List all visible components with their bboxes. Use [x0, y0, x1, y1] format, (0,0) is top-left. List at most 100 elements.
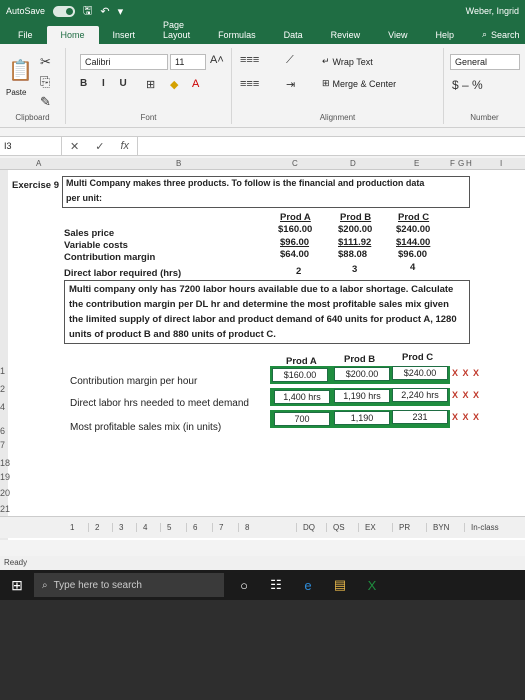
cancel-icon[interactable]: ✕ — [62, 140, 87, 153]
tab-file[interactable]: File — [4, 26, 47, 44]
currency-icon[interactable]: $ ‒ % — [452, 78, 483, 92]
formula-input[interactable] — [137, 137, 525, 155]
fill-color-icon[interactable]: ◆ — [170, 78, 178, 91]
sales-mix-b[interactable]: 1,190 — [334, 411, 390, 425]
sheet-tab[interactable]: 2 — [88, 523, 99, 532]
sheet-tab[interactable]: BYN — [426, 523, 449, 532]
cm-per-hour-label[interactable]: Contribution margin per hour — [70, 376, 197, 387]
tab-help[interactable]: Help — [421, 26, 468, 44]
align-left-icon[interactable]: ≡≡≡ — [240, 78, 259, 90]
orientation-icon[interactable]: ⟋ — [286, 54, 294, 67]
exercise-label[interactable]: Exercise 9 — [12, 180, 59, 191]
column-header-c[interactable]: C — [292, 159, 298, 168]
sheet-tab[interactable]: 7 — [212, 523, 223, 532]
direct-labor-a[interactable]: 2 — [296, 266, 301, 277]
sheet-tab[interactable]: 1 — [70, 523, 74, 532]
column-header-g[interactable]: G — [458, 159, 464, 168]
answer-prod-b-header[interactable]: Prod B — [344, 354, 375, 365]
number-format-dropdown[interactable]: General — [450, 54, 520, 70]
cm-per-hour-b[interactable]: $200.00 — [334, 367, 390, 381]
dl-needed-b[interactable]: 1,190 hrs — [334, 389, 390, 403]
font-size-dropdown[interactable]: 11 — [170, 54, 206, 70]
variable-costs-c[interactable]: $144.00 — [396, 237, 430, 248]
wrap-text-button[interactable]: ↵ Wrap Text — [322, 56, 373, 67]
sales-price-b[interactable]: $200.00 — [338, 224, 372, 235]
task-view-icon[interactable]: ☷ — [264, 577, 288, 593]
taskbar-search[interactable]: ⌕ Type here to search — [34, 573, 224, 597]
excel-icon[interactable]: X — [360, 578, 384, 593]
edge-icon[interactable]: e — [296, 578, 320, 593]
autosave-toggle[interactable] — [53, 5, 76, 17]
prod-c-header[interactable]: Prod C — [398, 212, 429, 223]
column-header-f[interactable]: F — [450, 159, 455, 168]
font-name-dropdown[interactable]: Calibri — [80, 54, 168, 70]
customize-toolbar-icon[interactable]: ▾ — [118, 5, 124, 18]
sheet-tab[interactable]: 4 — [136, 523, 147, 532]
tab-data[interactable]: Data — [270, 26, 317, 44]
row-header[interactable]: 2 — [0, 384, 5, 394]
windows-start-icon[interactable]: ⊞ — [0, 577, 34, 594]
dl-needed-label[interactable]: Direct labor hrs needed to meet demand — [70, 398, 249, 409]
row-header[interactable]: 20 — [0, 488, 10, 498]
dl-needed-a[interactable]: 1,400 hrs — [274, 390, 330, 404]
dl-needed-c[interactable]: 2,240 hrs — [392, 388, 448, 402]
row-header[interactable]: 4 — [0, 402, 5, 412]
sheet-tab[interactable]: 3 — [112, 523, 123, 532]
merge-center-button[interactable]: ⊞ Merge & Center — [322, 78, 396, 89]
confirm-icon[interactable]: ✓ — [87, 140, 112, 153]
cm-per-hour-a[interactable]: $160.00 — [272, 368, 328, 382]
contribution-margin-label[interactable]: Contribution margin — [64, 252, 155, 263]
contribution-margin-a[interactable]: $64.00 — [280, 249, 309, 260]
contribution-margin-b[interactable]: $88.08 — [338, 249, 367, 260]
sales-mix-a[interactable]: 700 — [274, 412, 330, 426]
sales-price-a[interactable]: $160.00 — [278, 224, 312, 235]
save-icon[interactable]: 🖫 — [83, 2, 92, 21]
row-header[interactable]: 21 — [0, 504, 10, 514]
contribution-margin-c[interactable]: $96.00 — [398, 249, 427, 260]
prompt-line-2[interactable]: per unit: — [66, 193, 102, 203]
sheet-tab[interactable]: 5 — [160, 523, 171, 532]
prod-a-header[interactable]: Prod A — [280, 212, 311, 223]
column-header-i[interactable]: I — [500, 159, 502, 168]
variable-costs-label[interactable]: Variable costs — [64, 240, 128, 251]
paste-icon[interactable]: 📋 — [8, 58, 33, 83]
direct-labor-label[interactable]: Direct labor required (hrs) — [64, 268, 181, 279]
sheet-tab[interactable]: EX — [358, 523, 376, 532]
cm-per-hour-c[interactable]: $240.00 — [392, 366, 448, 380]
borders-icon[interactable]: ⊞ — [146, 78, 155, 91]
answer-prod-c-header[interactable]: Prod C — [402, 352, 433, 363]
row-header[interactable]: 1 — [0, 366, 5, 376]
tab-formulas[interactable]: Formulas — [204, 26, 270, 44]
variable-costs-b[interactable]: $111.92 — [338, 237, 371, 248]
sheet-tab[interactable]: PR — [392, 523, 410, 532]
row-header[interactable]: 19 — [0, 472, 10, 482]
sales-mix-label[interactable]: Most profitable sales mix (in units) — [70, 422, 221, 433]
paste-label[interactable]: Paste — [6, 88, 26, 97]
prompt-line-1[interactable]: Multi Company makes three products. To f… — [66, 178, 424, 188]
grow-font-icon[interactable]: A˄ — [210, 54, 224, 66]
tab-page-layout[interactable]: Page Layout — [149, 16, 204, 44]
direct-labor-b[interactable]: 3 — [352, 264, 357, 275]
tab-home[interactable]: Home — [46, 26, 99, 44]
font-color-icon[interactable]: A — [192, 78, 199, 90]
tab-view[interactable]: View — [374, 26, 421, 44]
tab-review[interactable]: Review — [317, 26, 375, 44]
user-name[interactable]: Weber, Ingrid — [466, 6, 519, 16]
tab-insert[interactable]: Insert — [99, 26, 150, 44]
sheet-tab[interactable]: DQ — [296, 523, 315, 532]
column-header-d[interactable]: D — [350, 159, 356, 168]
prod-b-header[interactable]: Prod B — [340, 212, 371, 223]
sheet-tab[interactable]: 6 — [186, 523, 197, 532]
row-header[interactable]: 18 — [0, 458, 10, 468]
column-header-h[interactable]: H — [466, 159, 472, 168]
sheet-tab[interactable]: QS — [326, 523, 345, 532]
worksheet-grid[interactable]: 1 2 4 6 7 18 19 20 21 22 Exercise 9 Mult… — [0, 170, 525, 540]
sheet-tab[interactable]: 8 — [238, 523, 249, 532]
column-header-b[interactable]: B — [176, 159, 181, 168]
insert-function-icon[interactable]: fx — [112, 140, 137, 152]
align-top-icon[interactable]: ≡≡≡ — [240, 54, 259, 66]
file-explorer-icon[interactable]: ▤ — [328, 577, 352, 593]
sales-mix-c[interactable]: 231 — [392, 410, 448, 424]
task-description[interactable]: Multi company only has 7200 labor hours … — [64, 280, 470, 344]
row-header[interactable]: 7 — [0, 440, 5, 450]
